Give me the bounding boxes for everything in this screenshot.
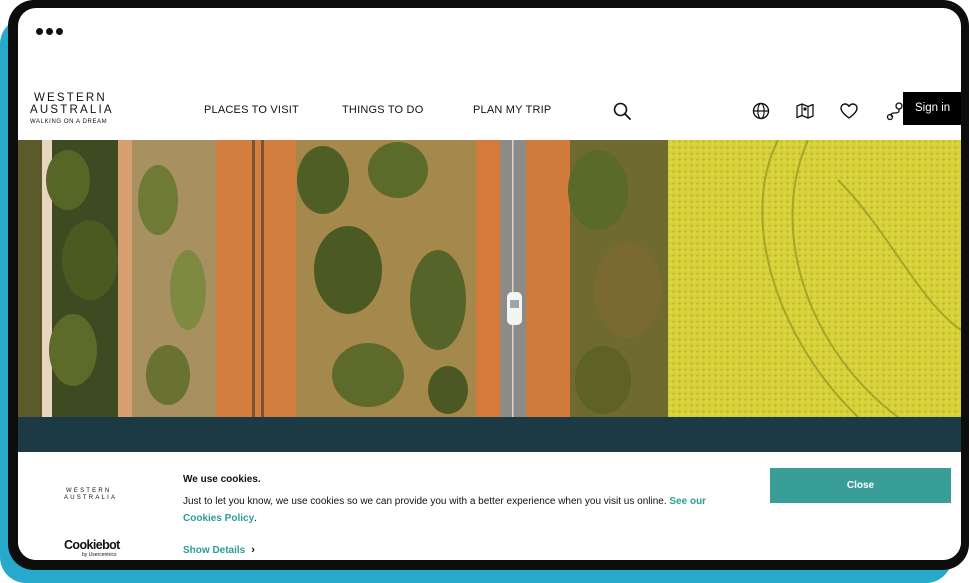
show-details-button[interactable]: Show Details › [183, 544, 255, 556]
cookie-text: Just to let you know, we use cookies so … [183, 493, 743, 527]
cookie-banner-logo: WESTERN AUSTRALIA [64, 488, 117, 502]
site-logo[interactable]: WESTERN AUSTRALIA WALKING ON A DREAM [30, 92, 114, 125]
map-icon[interactable] [794, 100, 816, 122]
browser-screen: WESTERN AUSTRALIA WALKING ON A DREAM PLA… [18, 8, 961, 560]
banner-band [18, 417, 961, 452]
logo-line-2: AUSTRALIA [30, 104, 114, 116]
cookie-link-suffix: . [254, 513, 257, 524]
show-details-label: Show Details [183, 545, 246, 556]
globe-icon[interactable] [750, 100, 772, 122]
logo-line-1: WESTERN [34, 92, 107, 104]
cookie-title: We use cookies. [183, 474, 261, 485]
more-options-icon[interactable] [36, 28, 63, 35]
aerial-road-photo [18, 140, 961, 417]
cookie-banner: WESTERN AUSTRALIA Cookiebot by Usercentr… [18, 452, 961, 560]
logo-tagline: WALKING ON A DREAM [30, 119, 108, 125]
nav-things-to-do[interactable]: THINGS TO DO [342, 104, 423, 116]
hero-image [18, 140, 961, 417]
close-button[interactable]: Close [770, 468, 951, 503]
cookie-logo-line-1: WESTERN [66, 488, 112, 494]
heart-icon[interactable] [838, 100, 860, 122]
search-icon[interactable] [611, 100, 633, 122]
cookiebot-name: Cookiebot [64, 538, 120, 552]
cookie-message: Just to let you know, we use cookies so … [183, 496, 667, 507]
cookiebot-logo: Cookiebot by Usercentrics [64, 538, 120, 559]
site-header: WESTERN AUSTRALIA WALKING ON A DREAM PLA… [18, 92, 961, 140]
nav-places-to-visit[interactable]: PLACES TO VISIT [204, 104, 299, 116]
cookiebot-sub: by Usercentrics [82, 552, 117, 558]
sign-in-button[interactable]: Sign in [903, 92, 961, 125]
cookie-logo-line-2: AUSTRALIA [64, 495, 118, 501]
chevron-right-icon: › [251, 544, 255, 556]
nav-plan-my-trip[interactable]: PLAN MY TRIP [473, 104, 551, 116]
